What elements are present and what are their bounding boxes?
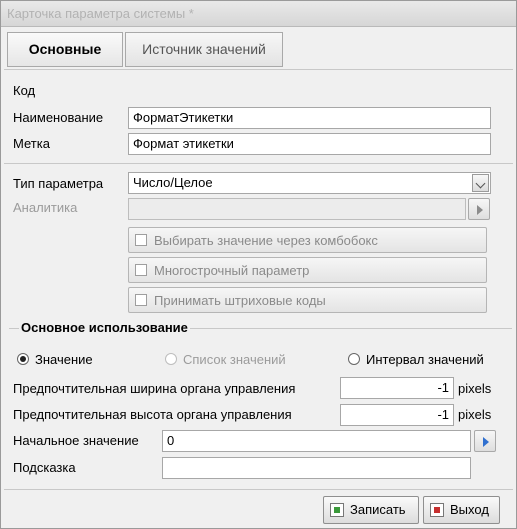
name-label: Наименование [13,110,104,125]
initial-value-select-button[interactable] [474,430,496,452]
tab-main[interactable]: Основные [7,32,123,67]
initial-value-input[interactable]: 0 [162,430,471,452]
tag-input[interactable]: Формат этикетки [128,133,491,155]
multiline-checkbox[interactable] [135,264,147,276]
name-input[interactable]: ФорматЭтикетки [128,107,491,129]
tab-divider [4,69,513,70]
pref-height-unit: pixels [458,407,492,422]
chevron-down-icon[interactable] [472,174,489,192]
analytics-label: Аналитика [13,200,78,215]
barcode-checkbox[interactable] [135,294,147,306]
usage-section-title: Основное использование [19,320,190,335]
parameter-card-window: Карточка параметра системы * Основные Ис… [0,0,517,529]
combobox-checkbox[interactable] [135,234,147,246]
initial-value-label: Начальное значение [13,433,139,448]
tab-value-source[interactable]: Источник значений [125,32,283,67]
exit-icon [430,503,444,517]
hint-label: Подсказка [13,460,76,475]
pref-width-label: Предпочтительная ширина органа управлени… [13,381,296,396]
pref-width-input[interactable]: -1 [340,377,454,399]
pref-height-input[interactable]: -1 [340,404,454,426]
radio-value[interactable] [17,353,29,365]
radio-value-interval-label[interactable]: Интервал значений [366,352,484,367]
exit-button-label: Выход [450,502,489,517]
analytics-select-button[interactable] [468,198,490,220]
analytics-input[interactable] [128,198,466,220]
radio-value-label[interactable]: Значение [35,352,93,367]
save-button-label: Записать [350,502,406,517]
pref-width-unit: pixels [458,381,492,396]
pref-height-label: Предпочтительная высота органа управлени… [13,407,292,422]
barcode-checkbox-row[interactable]: Принимать штриховые коды [128,287,487,313]
radio-value-list-label[interactable]: Список значений [183,352,286,367]
play-arrow-icon [483,437,489,447]
radio-value-interval[interactable] [348,353,360,365]
exit-button[interactable]: Выход [423,496,500,524]
barcode-checkbox-label: Принимать штриховые коды [154,293,326,308]
window-title: Карточка параметра системы * [7,6,194,21]
title-bar: Карточка параметра системы * [1,1,516,27]
combobox-checkbox-row[interactable]: Выбирать значение через комбобокс [128,227,487,253]
multiline-checkbox-label: Многострочный параметр [154,263,310,278]
footer-divider [4,489,513,490]
type-label: Тип параметра [13,176,104,191]
section-divider [4,163,513,164]
save-button[interactable]: Записать [323,496,419,524]
combobox-checkbox-label: Выбирать значение через комбобокс [154,233,378,248]
play-arrow-icon [477,205,483,215]
type-select-value: Число/Целое [133,175,213,190]
save-icon [330,503,344,517]
type-select[interactable]: Число/Целое [128,172,491,194]
code-label: Код [13,83,36,98]
hint-input[interactable] [162,457,471,479]
multiline-checkbox-row[interactable]: Многострочный параметр [128,257,487,283]
radio-value-list[interactable] [165,353,177,365]
tag-label: Метка [13,136,50,151]
